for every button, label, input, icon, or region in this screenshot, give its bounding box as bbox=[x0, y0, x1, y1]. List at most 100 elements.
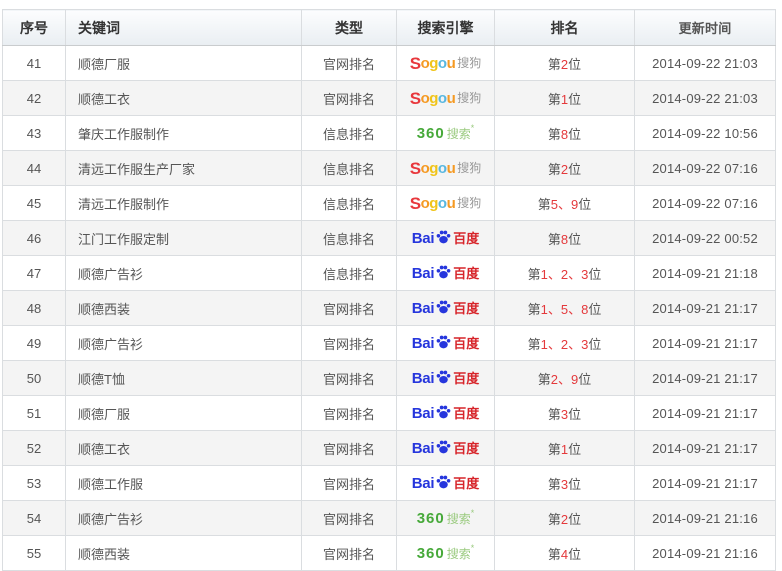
row-engine: 360搜索* bbox=[397, 116, 495, 151]
col-header-index: 序号 bbox=[3, 10, 66, 46]
baidu-latin-text: Bai bbox=[412, 301, 434, 316]
rank-suffix: 位 bbox=[568, 442, 581, 457]
row-rank: 第2、9位 bbox=[495, 361, 635, 396]
row-keyword: 顺德西装 bbox=[66, 536, 302, 571]
sogou-letter: o bbox=[438, 161, 447, 176]
sogou-letter: u bbox=[447, 196, 456, 211]
table-header: 序号 关键词 类型 搜索引擎 排名 更新时间 bbox=[3, 10, 776, 46]
rank-suffix: 位 bbox=[588, 337, 601, 352]
row-rank: 第2位 bbox=[495, 151, 635, 186]
sogou-letter: S bbox=[410, 195, 421, 212]
sogou-logo: Sogou搜狗 bbox=[410, 90, 482, 107]
baidu-paw-icon bbox=[435, 229, 452, 245]
rank-prefix: 第 bbox=[528, 302, 541, 317]
row-rank: 第1、2、3位 bbox=[495, 256, 635, 291]
table-row: 41 顺德厂服 官网排名 Sogou搜狗 第2位 2014-09-22 21:0… bbox=[3, 46, 776, 81]
row-updated: 2014-09-21 21:17 bbox=[635, 466, 776, 501]
col-header-keyword: 关键词 bbox=[66, 10, 302, 46]
row-keyword: 顺德T恤 bbox=[66, 361, 302, 396]
rank-suffix: 位 bbox=[568, 407, 581, 422]
row-rank: 第3位 bbox=[495, 466, 635, 501]
row-type: 官网排名 bbox=[302, 501, 397, 536]
table-row: 52 顺德工衣 官网排名 Bai百度 第1位 2014-09-21 21:17 bbox=[3, 431, 776, 466]
row-index: 48 bbox=[3, 291, 66, 326]
rank-prefix: 第 bbox=[528, 337, 541, 352]
baidu-latin-text: Bai bbox=[412, 441, 434, 456]
table-row: 48 顺德西装 官网排名 Bai百度 第1、5、8位 2014-09-21 21… bbox=[3, 291, 776, 326]
row-updated: 2014-09-21 21:16 bbox=[635, 501, 776, 536]
rank-prefix: 第 bbox=[548, 162, 561, 177]
col-header-updated: 更新时间 bbox=[635, 10, 776, 46]
col-header-engine: 搜索引擎 bbox=[397, 10, 495, 46]
row-engine: Bai百度 bbox=[397, 431, 495, 466]
row-engine: Sogou搜狗 bbox=[397, 186, 495, 221]
row-index: 55 bbox=[3, 536, 66, 571]
baidu-logo: Bai百度 bbox=[412, 474, 479, 492]
360-cjk-text: 搜索 bbox=[447, 513, 471, 525]
360-search-logo: 360搜索* bbox=[417, 126, 475, 141]
rank-suffix: 位 bbox=[568, 57, 581, 72]
keyword-ranking-table: 序号 关键词 类型 搜索引擎 排名 更新时间 41 顺德厂服 官网排名 Sogo… bbox=[2, 9, 776, 571]
row-type: 官网排名 bbox=[302, 396, 397, 431]
baidu-cjk-text: 百度 bbox=[453, 267, 479, 280]
rank-suffix: 位 bbox=[568, 547, 581, 562]
table-row: 54 顺德广告衫 官网排名 360搜索* 第2位 2014-09-21 21:1… bbox=[3, 501, 776, 536]
row-engine: Bai 百度 bbox=[397, 326, 495, 361]
row-keyword: 清远工作服制作 bbox=[66, 186, 302, 221]
baidu-cjk-text: 百度 bbox=[453, 337, 479, 350]
row-updated: 2014-09-21 21:17 bbox=[635, 361, 776, 396]
sogou-letter: g bbox=[429, 161, 438, 176]
baidu-latin-text: Bai bbox=[412, 231, 434, 246]
table-row: 43 肇庆工作服制作 信息排名 360搜索* 第8位 2014-09-22 10… bbox=[3, 116, 776, 151]
rank-prefix: 第 bbox=[548, 547, 561, 562]
row-index: 51 bbox=[3, 396, 66, 431]
table-row: 46 江门工作服定制 信息排名 Bai百度 第8位 2014-09-22 00:… bbox=[3, 221, 776, 256]
row-index: 54 bbox=[3, 501, 66, 536]
row-index: 44 bbox=[3, 151, 66, 186]
row-keyword: 顺德西装 bbox=[66, 291, 302, 326]
row-engine: Sogou搜狗 bbox=[397, 46, 495, 81]
row-index: 43 bbox=[3, 116, 66, 151]
row-type: 官网排名 bbox=[302, 291, 397, 326]
rank-prefix: 第 bbox=[528, 267, 541, 282]
row-updated: 2014-09-22 07:16 bbox=[635, 186, 776, 221]
row-engine: Bai 百度 bbox=[397, 361, 495, 396]
rank-prefix: 第 bbox=[548, 512, 561, 527]
row-updated: 2014-09-22 10:56 bbox=[635, 116, 776, 151]
baidu-latin-text: Bai bbox=[412, 371, 434, 386]
row-keyword: 肇庆工作服制作 bbox=[66, 116, 302, 151]
row-type: 官网排名 bbox=[302, 466, 397, 501]
rank-prefix: 第 bbox=[548, 442, 561, 457]
row-engine: Bai百度 bbox=[397, 466, 495, 501]
baidu-logo: Bai 百度 bbox=[412, 299, 479, 317]
360-number-text: 360 bbox=[417, 126, 445, 141]
row-type: 信息排名 bbox=[302, 116, 397, 151]
row-index: 42 bbox=[3, 81, 66, 116]
table-row: 50 顺德T恤 官网排名 Bai百度 第2、9位 2014-09-21 21:1… bbox=[3, 361, 776, 396]
rank-suffix: 位 bbox=[568, 162, 581, 177]
baidu-logo: Bai百度 bbox=[412, 229, 479, 247]
rank-suffix: 位 bbox=[568, 127, 581, 142]
row-keyword: 顺德广告衫 bbox=[66, 256, 302, 291]
row-index: 50 bbox=[3, 361, 66, 396]
360-asterisk-mark: * bbox=[471, 544, 475, 553]
baidu-logo: Bai百度 bbox=[412, 404, 479, 422]
baidu-cjk-text: 百度 bbox=[453, 372, 479, 385]
baidu-latin-text: Bai bbox=[412, 336, 434, 351]
row-index: 41 bbox=[3, 46, 66, 81]
table-row: 42 顺德工衣 官网排名 Sogou搜狗 第1位 2014-09-22 21:0… bbox=[3, 81, 776, 116]
table-row: 51 顺德厂服 官网排名 Bai百度 第3位 2014-09-21 21:17 bbox=[3, 396, 776, 431]
baidu-paw-icon bbox=[435, 334, 452, 350]
row-index: 52 bbox=[3, 431, 66, 466]
sogou-cjk-text: 搜狗 bbox=[457, 162, 481, 174]
sogou-logo: Sogou搜狗 bbox=[410, 195, 482, 212]
baidu-logo: Bai百度 bbox=[412, 439, 479, 457]
baidu-cjk-text: 百度 bbox=[453, 302, 479, 315]
row-type: 信息排名 bbox=[302, 256, 397, 291]
table-row: 45 清远工作服制作 信息排名 Sogou搜狗 第5、9位 2014-09-22… bbox=[3, 186, 776, 221]
rank-numbers: 1、2、3 bbox=[541, 337, 589, 352]
sogou-letter: o bbox=[421, 161, 430, 176]
row-type: 官网排名 bbox=[302, 536, 397, 571]
row-rank: 第3位 bbox=[495, 396, 635, 431]
rank-prefix: 第 bbox=[538, 197, 551, 212]
